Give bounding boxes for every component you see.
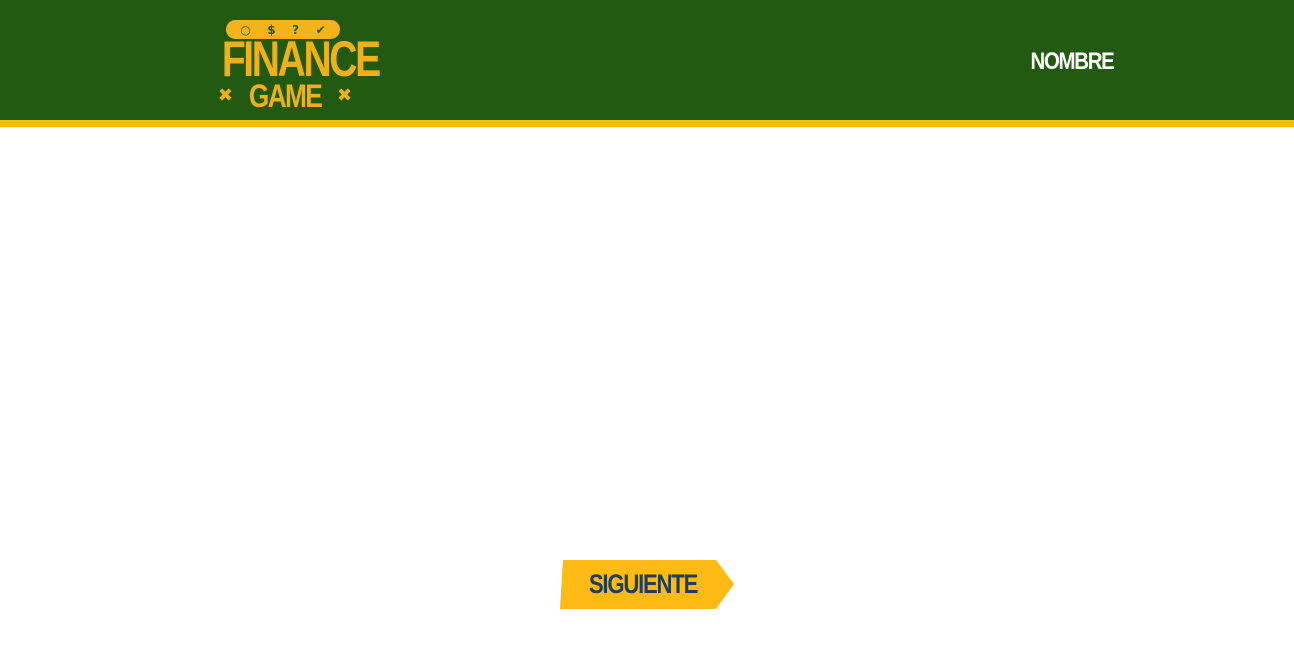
player-name: NOMBRE [1030, 48, 1114, 75]
header-bar: ○ $ ? ✔ FINANCE ✖ GAME ✖ NOMBRE [0, 0, 1294, 120]
logo-row-game: ✖ GAME ✖ [204, 80, 366, 112]
finance-game-logo: ○ $ ? ✔ FINANCE ✖ GAME ✖ [204, 18, 381, 112]
x-mark-icon: ✖ [337, 85, 353, 106]
x-mark-icon: ✖ [217, 85, 233, 106]
logo-word-game: GAME [248, 78, 323, 114]
logo-word-finance: FINANCE [221, 31, 381, 87]
next-button[interactable]: SIGUIENTE [560, 560, 734, 609]
header-divider-stripe [0, 120, 1294, 127]
next-button-label: SIGUIENTE [588, 569, 698, 599]
